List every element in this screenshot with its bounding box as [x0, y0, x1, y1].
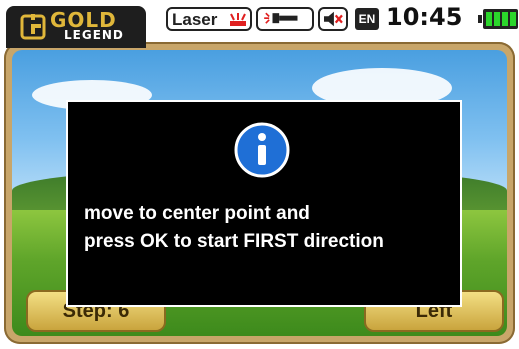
- laser-beam-icon: [230, 13, 246, 26]
- dialog-message-line: press OK to start FIRST direction: [84, 231, 384, 252]
- battery-full-icon: [478, 9, 518, 29]
- brand-logo: GOLD LEGEND: [6, 6, 146, 48]
- status-header: GOLD LEGEND Laser EN 10:45: [0, 0, 519, 48]
- speaker-muted-icon: [324, 11, 343, 27]
- laser-label: Laser: [172, 10, 218, 29]
- torch-icon: [264, 12, 298, 24]
- language-badge[interactable]: EN: [355, 8, 379, 30]
- dialog-message: move to center point and press OK to sta…: [84, 200, 454, 256]
- torch-toggle[interactable]: [256, 7, 314, 31]
- dialog-message-line: move to center point and: [84, 203, 310, 224]
- gold-legend-logo-icon: [20, 14, 46, 40]
- sound-toggle[interactable]: [318, 7, 348, 31]
- clock: 10:45: [386, 3, 463, 31]
- logo-legend-text: LEGEND: [64, 28, 124, 42]
- laser-toggle[interactable]: Laser: [166, 7, 252, 31]
- info-icon: [234, 122, 290, 178]
